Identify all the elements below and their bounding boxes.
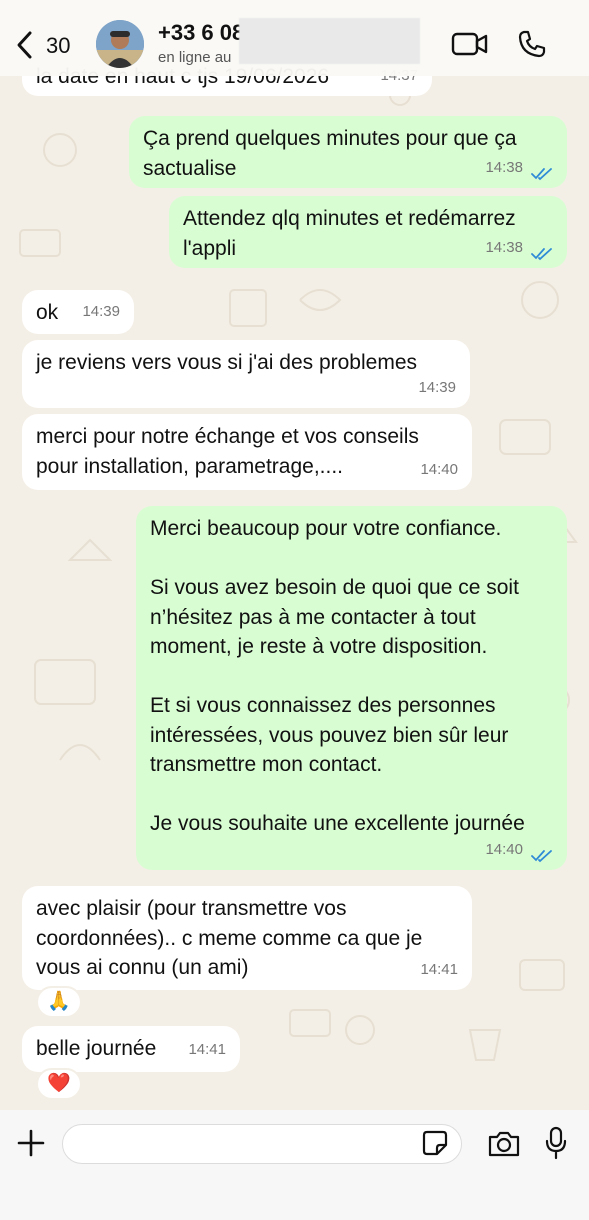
message-time: 14:41 (420, 960, 458, 978)
back-chevron-icon[interactable] (14, 30, 36, 60)
reaction-badge[interactable]: ❤️ (36, 1068, 82, 1100)
message-incoming[interactable]: je reviens vers vous si j'ai des problem… (22, 340, 470, 408)
plus-icon[interactable] (17, 1129, 45, 1157)
reaction-badge[interactable]: 🙏 (36, 986, 82, 1018)
message-time: 14:40 (485, 840, 523, 858)
message-text: Merci beaucoup pour votre confiance. Si … (150, 517, 525, 835)
message-time: 14:41 (188, 1040, 226, 1058)
chat-header: 30 +33 6 08 en ligne au (0, 0, 589, 76)
video-call-icon[interactable] (451, 31, 489, 57)
contact-status: en ligne au (158, 49, 232, 66)
avatar[interactable] (96, 20, 144, 68)
message-incoming[interactable]: avec plaisir (pour transmettre vos coord… (22, 886, 472, 990)
read-receipt-icon (531, 168, 552, 181)
message-incoming[interactable]: ok 14:39 (22, 290, 134, 334)
camera-icon[interactable] (487, 1130, 521, 1158)
read-receipt-icon (531, 248, 552, 261)
unread-count[interactable]: 30 (46, 33, 70, 59)
heart-icon: ❤️ (47, 1073, 71, 1094)
composer-bar (0, 1110, 589, 1220)
read-receipt-icon (531, 850, 552, 863)
message-text: avec plaisir (pour transmettre vos coord… (36, 897, 423, 979)
message-time: 14:40 (420, 460, 458, 478)
message-time: 14:39 (82, 302, 120, 320)
message-time: 14:38 (485, 238, 523, 256)
redaction-overlay (239, 18, 420, 64)
message-time: 14:39 (418, 378, 456, 396)
contact-name[interactable]: +33 6 08 (158, 20, 244, 46)
message-text: merci pour notre échange et vos conseils… (36, 425, 419, 478)
message-time: 14:38 (485, 158, 523, 176)
message-outgoing[interactable]: Ça prend quelques minutes pour que ça sa… (129, 116, 567, 188)
message-incoming[interactable]: belle journée 14:41 (22, 1026, 240, 1072)
microphone-icon[interactable] (544, 1126, 568, 1160)
praying-hands-icon: 🙏 (47, 991, 71, 1012)
message-outgoing[interactable]: Attendez qlq minutes et redémarrez l'app… (169, 196, 567, 268)
sticker-icon[interactable] (422, 1130, 448, 1156)
message-incoming[interactable]: merci pour notre échange et vos conseils… (22, 414, 472, 490)
message-text: je reviens vers vous si j'ai des problem… (36, 351, 418, 374)
phone-call-icon[interactable] (517, 29, 547, 59)
message-input[interactable] (62, 1124, 462, 1164)
message-outgoing[interactable]: Merci beaucoup pour votre confiance. Si … (136, 506, 567, 870)
